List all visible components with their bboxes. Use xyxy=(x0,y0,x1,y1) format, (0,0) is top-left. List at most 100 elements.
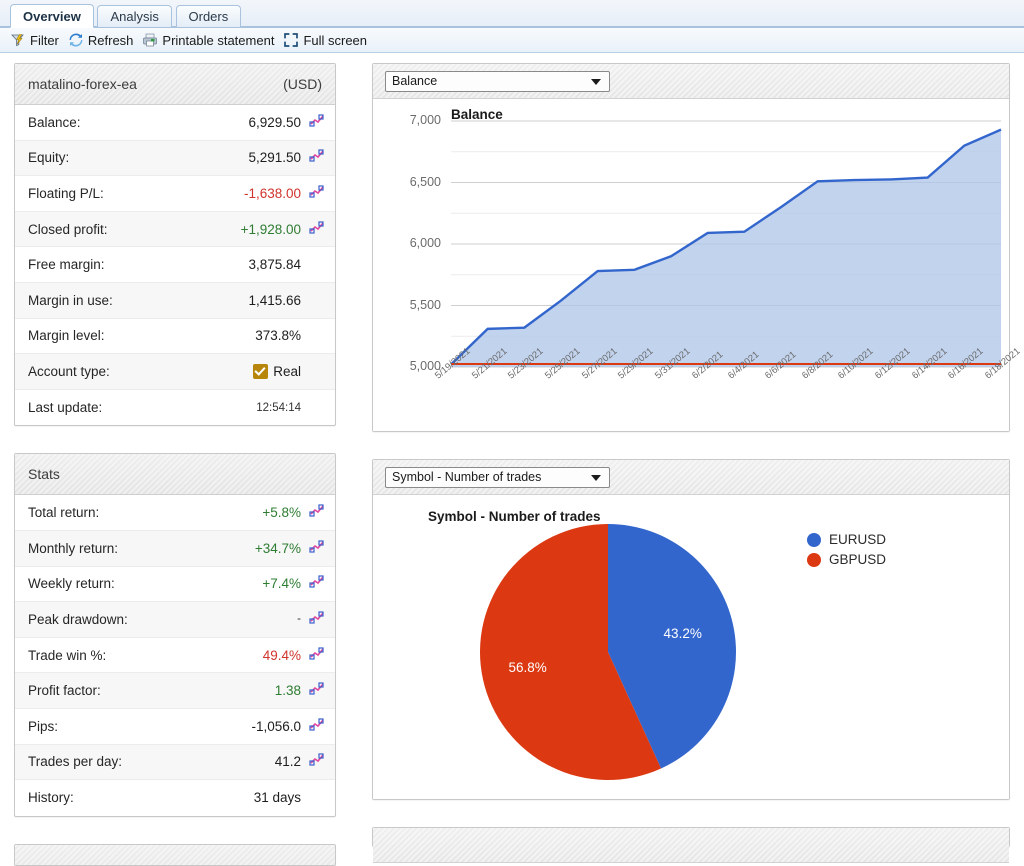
row-label: Trade win %: xyxy=(28,647,107,663)
balance-chart-select[interactable]: Balance xyxy=(385,70,610,92)
row-value: 1.38 xyxy=(274,683,301,699)
row-label: Monthly return: xyxy=(28,540,119,556)
y-axis-tick-label: 6,500 xyxy=(409,174,441,189)
refresh-label: Refresh xyxy=(87,32,134,48)
pie-slice-value-label: 56.8% xyxy=(508,659,547,675)
account-summary-panel: matalino-forex-ea (USD) Balance: 6,929.5… xyxy=(14,63,336,427)
balance-chart-panel: Balance Balance 5,000 5,500 6,000 6,500 7,00… xyxy=(372,63,1022,432)
chevron-down-icon xyxy=(591,79,601,85)
row-value: 373.8% xyxy=(255,328,301,344)
balance-chart-svg xyxy=(450,120,1002,368)
row-value: -1,056.0 xyxy=(251,718,301,734)
row-value: 12:54:14 xyxy=(256,401,301,414)
next-panel-header xyxy=(15,844,335,865)
row-label: Free margin: xyxy=(28,257,105,273)
tab-bar: Overview Analysis Orders xyxy=(0,0,1024,28)
next-panel-partial xyxy=(14,843,336,866)
trend-chart-icon[interactable] xyxy=(309,717,329,736)
row-label: Pips: xyxy=(28,718,59,734)
table-row: History: 31 days xyxy=(15,780,335,816)
legend-color-dot-icon xyxy=(807,552,821,567)
row-value: 1,415.66 xyxy=(248,292,301,308)
row-label: History: xyxy=(28,790,74,806)
row-label: Closed profit: xyxy=(28,221,108,237)
pie-chart-select[interactable]: Symbol - Number of trades xyxy=(385,466,610,488)
account-panel-header: matalino-forex-ea (USD) xyxy=(15,64,335,105)
row-value: 49.4% xyxy=(262,647,301,663)
full-screen-button[interactable]: Full screen xyxy=(281,29,374,51)
row-label: Balance: xyxy=(28,114,81,130)
row-value: +34.7% xyxy=(254,540,301,556)
table-row: Last update: 12:54:14 xyxy=(15,390,335,426)
filter-icon xyxy=(10,32,26,48)
pie-legend: EURUSD GBPUSD xyxy=(807,532,886,572)
row-label: Floating P/L: xyxy=(28,185,104,201)
row-value: 3,875.84 xyxy=(248,257,301,273)
row-value-account-type: Real xyxy=(253,363,309,379)
trend-chart-icon[interactable] xyxy=(309,610,329,629)
y-axis-tick-label: 5,000 xyxy=(409,359,441,373)
table-row: Equity: 5,291.50 xyxy=(15,140,335,177)
full-screen-label: Full screen xyxy=(303,32,368,48)
right-column: Balance Balance 5,000 5,500 6,000 6,500 7,00… xyxy=(372,63,1022,865)
table-row: Account type: Real xyxy=(15,354,335,390)
trend-chart-icon[interactable] xyxy=(309,752,329,771)
y-axis-tick-label: 6,000 xyxy=(409,236,441,250)
trend-chart-icon[interactable] xyxy=(309,503,329,522)
row-label: Trades per day: xyxy=(28,754,123,770)
tab-analysis[interactable]: Analysis xyxy=(97,5,172,27)
row-value: 5,291.50 xyxy=(248,150,301,166)
left-column: matalino-forex-ea (USD) Balance: 6,929.5… xyxy=(14,63,336,866)
pie-chart-svg xyxy=(479,524,736,780)
balance-chart-body: Balance 5,000 5,500 6,000 6,500 7,000 5/19/20… xyxy=(373,99,1022,431)
printer-icon xyxy=(142,32,158,48)
table-row: Peak drawdown: - xyxy=(15,602,335,638)
balance-chart-title: Balance xyxy=(451,107,503,122)
pie-chart-select-value: Symbol - Number of trades xyxy=(392,470,542,484)
table-row: Trades per day: 41.2 xyxy=(15,744,335,781)
next-chart-toolbar xyxy=(373,828,1009,863)
trend-chart-icon[interactable] xyxy=(309,539,329,558)
tab-orders[interactable]: Orders xyxy=(175,5,242,27)
trend-chart-icon[interactable] xyxy=(309,113,329,132)
pie-chart-title: Symbol - Number of trades xyxy=(428,509,601,524)
chevron-down-icon xyxy=(591,475,601,481)
tab-overview[interactable]: Overview xyxy=(10,4,94,28)
row-value: 41.2 xyxy=(274,754,301,770)
y-axis-tick-label: 7,000 xyxy=(409,113,441,127)
row-label: Total return: xyxy=(28,505,100,521)
trend-chart-icon[interactable] xyxy=(309,681,329,700)
table-row: Free margin: 3,875.84 xyxy=(15,247,335,283)
row-value: +5.8% xyxy=(262,505,301,521)
account-type-label: Real xyxy=(273,363,301,379)
trend-chart-icon[interactable] xyxy=(309,220,329,239)
trend-chart-icon[interactable] xyxy=(309,148,329,167)
trend-chart-icon[interactable] xyxy=(309,184,329,203)
printable-statement-label: Printable statement xyxy=(162,32,275,48)
table-row: Closed profit: +1,928.00 xyxy=(15,211,335,248)
checkbox-checked-icon[interactable] xyxy=(253,363,269,379)
stats-panel: Stats Total return: +5.8% Monthly return… xyxy=(14,453,336,817)
pie-chart-panel: Symbol - Number of trades Symbol - Numbe… xyxy=(372,459,1010,800)
trend-chart-icon[interactable] xyxy=(309,646,329,665)
row-value: -1,638.00 xyxy=(243,185,301,201)
row-value: 31 days xyxy=(253,790,301,806)
row-value: 6,929.50 xyxy=(248,114,301,130)
stats-title: Stats xyxy=(28,466,60,483)
trend-chart-icon[interactable] xyxy=(309,574,329,593)
printable-statement-button[interactable]: Printable statement xyxy=(140,29,281,51)
row-value: +7.4% xyxy=(262,576,301,592)
pie-chart-body: Symbol - Number of trades EURUSD GBPUSD … xyxy=(373,495,1009,799)
table-row: Weekly return: +7.4% xyxy=(15,567,335,603)
row-label: Profit factor: xyxy=(28,683,101,699)
filter-button[interactable]: Filter xyxy=(8,29,66,51)
table-row: Margin in use: 1,415.66 xyxy=(15,282,335,319)
fullscreen-icon xyxy=(283,32,299,48)
legend-item-gbpusd[interactable]: GBPUSD xyxy=(807,552,886,567)
row-label: Account type: xyxy=(28,363,110,379)
refresh-button[interactable]: Refresh xyxy=(66,29,141,51)
refresh-icon xyxy=(68,32,84,48)
table-row: Balance: 6,929.50 xyxy=(15,105,335,141)
legend-color-dot-icon xyxy=(807,532,821,547)
legend-item-eurusd[interactable]: EURUSD xyxy=(807,532,886,547)
